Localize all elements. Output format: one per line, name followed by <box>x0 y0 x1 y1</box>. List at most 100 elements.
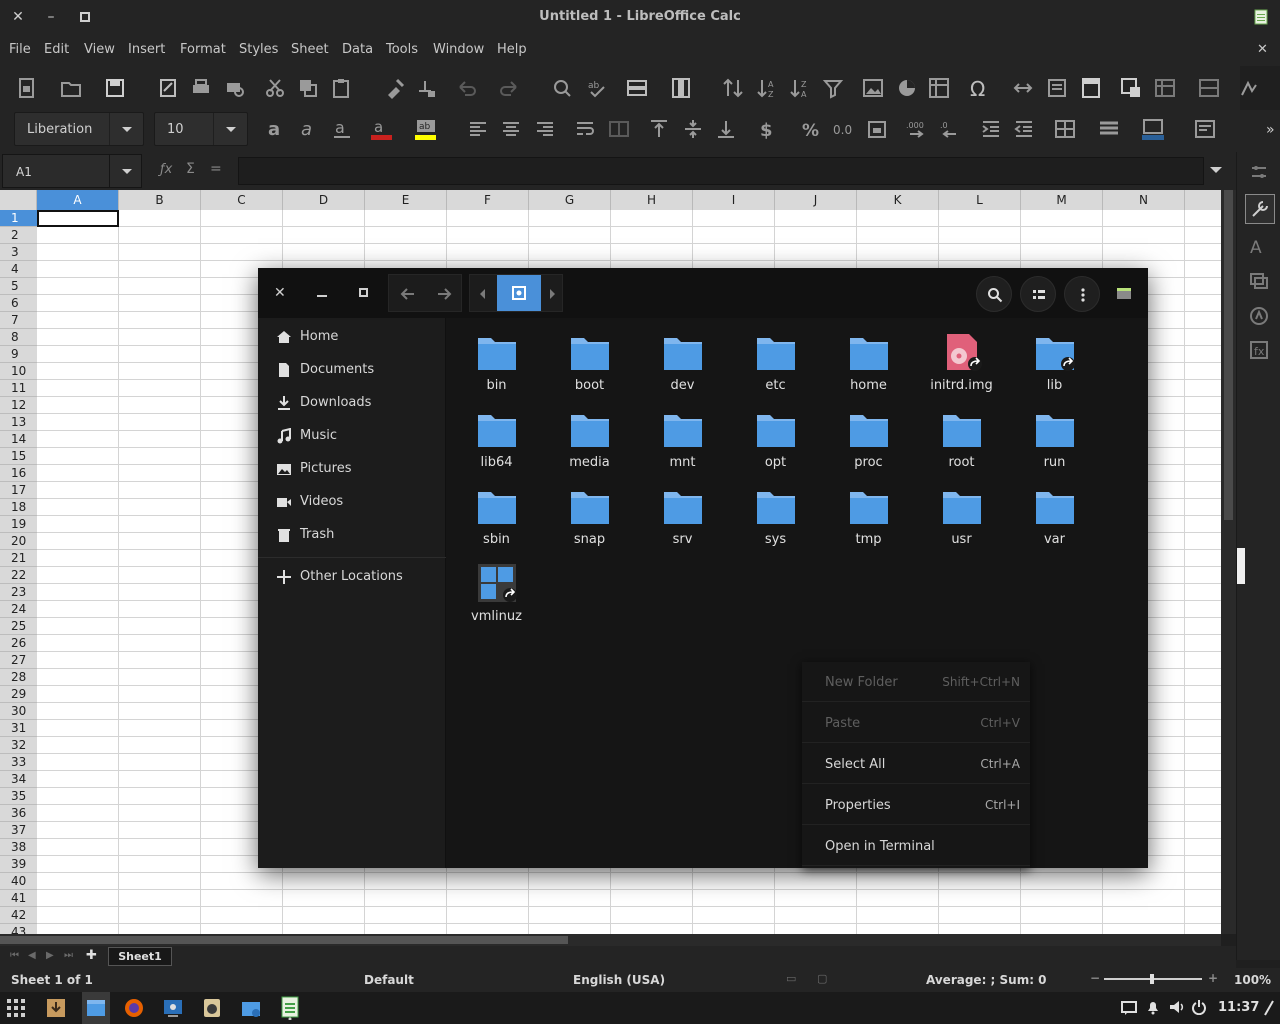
row-header[interactable]: 12 <box>0 397 37 414</box>
menu-sheet[interactable]: Sheet <box>291 42 329 57</box>
hyperlink-icon[interactable] <box>1012 77 1034 99</box>
page-style[interactable]: Default <box>364 973 414 987</box>
row-header[interactable]: 34 <box>0 771 37 788</box>
define-print-area-icon[interactable] <box>1120 77 1142 99</box>
column-header[interactable]: D <box>283 190 365 210</box>
show-draw-functions-icon[interactable] <box>1238 77 1260 99</box>
file-item[interactable]: mnt <box>636 399 729 475</box>
volume-icon[interactable] <box>1168 999 1186 1015</box>
row-header[interactable]: 29 <box>0 686 37 703</box>
row-header[interactable]: 26 <box>0 635 37 652</box>
print-icon[interactable] <box>190 77 212 99</box>
file-item[interactable]: etc <box>729 322 822 398</box>
menu-item-properties[interactable]: Properties Ctrl+I <box>802 785 1030 825</box>
row-header[interactable]: 8 <box>0 329 37 346</box>
sidebar-settings-icon[interactable] <box>1249 162 1269 182</box>
functions-panel-icon[interactable]: fx <box>1249 340 1269 360</box>
column-header[interactable]: E <box>365 190 447 210</box>
row-header[interactable]: 18 <box>0 499 37 516</box>
decrease-indent-icon[interactable] <box>1013 118 1035 140</box>
clock[interactable]: 11:37 <box>1218 1000 1259 1015</box>
sort-ascending-icon[interactable]: AZ <box>756 77 778 99</box>
add-decimal-icon[interactable]: .000 <box>906 118 928 140</box>
file-item[interactable]: snap <box>543 476 636 552</box>
vertical-scroll-thumb[interactable] <box>1224 190 1233 520</box>
files-app-icon[interactable] <box>240 997 262 1019</box>
cut-icon[interactable] <box>264 77 286 99</box>
bell-icon[interactable] <box>1145 999 1161 1015</box>
row-header[interactable]: 24 <box>0 601 37 618</box>
selected-cell[interactable] <box>37 210 119 227</box>
next-sheet-icon[interactable]: ▶ <box>46 950 54 961</box>
menu-item-new-folder[interactable]: New Folder Shift+Ctrl+N <box>802 662 1030 702</box>
row-header[interactable]: 2 <box>0 227 37 244</box>
underline-icon[interactable]: a <box>331 118 353 140</box>
sidebar-item-documents[interactable]: Documents <box>258 355 446 385</box>
row-header[interactable]: 25 <box>0 618 37 635</box>
menu-item-paste[interactable]: Paste Ctrl+V <box>802 703 1030 743</box>
sort-icon[interactable] <box>722 77 744 99</box>
properties-panel-icon[interactable] <box>1245 194 1275 224</box>
column-header[interactable]: N <box>1103 190 1185 210</box>
row-header[interactable]: 33 <box>0 754 37 771</box>
horizontal-scrollbar[interactable] <box>0 934 1221 946</box>
copy-icon[interactable] <box>297 77 319 99</box>
column-header[interactable]: H <box>611 190 693 210</box>
freeze-rows-icon[interactable] <box>1154 77 1176 99</box>
row-header[interactable]: 10 <box>0 363 37 380</box>
percent-format-icon[interactable]: % <box>800 118 822 140</box>
sidebar-item-music[interactable]: Music <box>258 421 446 451</box>
column-header[interactable]: A <box>37 190 119 210</box>
pivot-table-icon[interactable] <box>928 77 950 99</box>
redo-icon[interactable] <box>498 77 520 99</box>
align-top-icon[interactable] <box>648 118 670 140</box>
new-document-icon[interactable] <box>16 77 38 99</box>
chevron-down-icon[interactable] <box>109 113 143 145</box>
currency-format-icon[interactable]: $ <box>756 118 778 140</box>
clear-formatting-icon[interactable] <box>416 77 438 99</box>
file-item[interactable]: boot <box>543 322 636 398</box>
menu-tools[interactable]: Tools <box>386 42 418 57</box>
sidebar-item-downloads[interactable]: Downloads <box>258 388 446 418</box>
language-status[interactable]: English (USA) <box>573 973 665 987</box>
row-icon[interactable] <box>626 77 648 99</box>
view-toggle-button[interactable] <box>1020 276 1056 312</box>
path-right-icon[interactable] <box>548 287 558 301</box>
number-format-icon[interactable]: 0.0 <box>833 118 855 140</box>
zoom-level[interactable]: 100% <box>1234 973 1271 987</box>
column-header[interactable]: L <box>939 190 1021 210</box>
date-format-icon[interactable] <box>866 118 888 140</box>
chevron-down-icon[interactable] <box>213 113 247 145</box>
row-header[interactable]: 42 <box>0 907 37 924</box>
row-header[interactable]: 41 <box>0 890 37 907</box>
row-header[interactable]: 23 <box>0 584 37 601</box>
sidebar-collapse-handle[interactable] <box>1237 548 1245 584</box>
chevron-down-icon[interactable] <box>109 155 143 187</box>
row-header[interactable]: 21 <box>0 550 37 567</box>
file-item[interactable]: vmlinuz <box>450 553 543 629</box>
column-header[interactable]: B <box>119 190 201 210</box>
increase-indent-icon[interactable] <box>980 118 1002 140</box>
split-window-icon[interactable] <box>1198 77 1220 99</box>
find-replace-icon[interactable] <box>551 77 573 99</box>
file-item[interactable]: usr <box>915 476 1008 552</box>
border-color-icon[interactable] <box>1142 118 1164 140</box>
file-item[interactable]: root <box>915 399 1008 475</box>
highlight-color-icon[interactable]: ab <box>414 118 436 140</box>
column-header[interactable]: K <box>857 190 939 210</box>
row-header[interactable]: 20 <box>0 533 37 550</box>
headers-footers-icon[interactable] <box>1080 77 1102 99</box>
menu-format[interactable]: Format <box>180 42 226 57</box>
sheet-tab[interactable]: Sheet1 <box>108 947 172 966</box>
merge-cells-icon[interactable] <box>608 118 630 140</box>
align-left-icon[interactable] <box>467 118 489 140</box>
row-header[interactable]: 1 <box>0 210 37 227</box>
row-header[interactable]: 15 <box>0 448 37 465</box>
column-header[interactable]: I <box>693 190 775 210</box>
column-header[interactable]: J <box>775 190 857 210</box>
notification-area-icon[interactable] <box>1121 1000 1137 1016</box>
insert-chart-icon[interactable] <box>896 77 918 99</box>
row-header[interactable]: 13 <box>0 414 37 431</box>
path-left-icon[interactable] <box>477 287 487 301</box>
selection-mode-icon[interactable]: ▭ <box>786 972 796 985</box>
